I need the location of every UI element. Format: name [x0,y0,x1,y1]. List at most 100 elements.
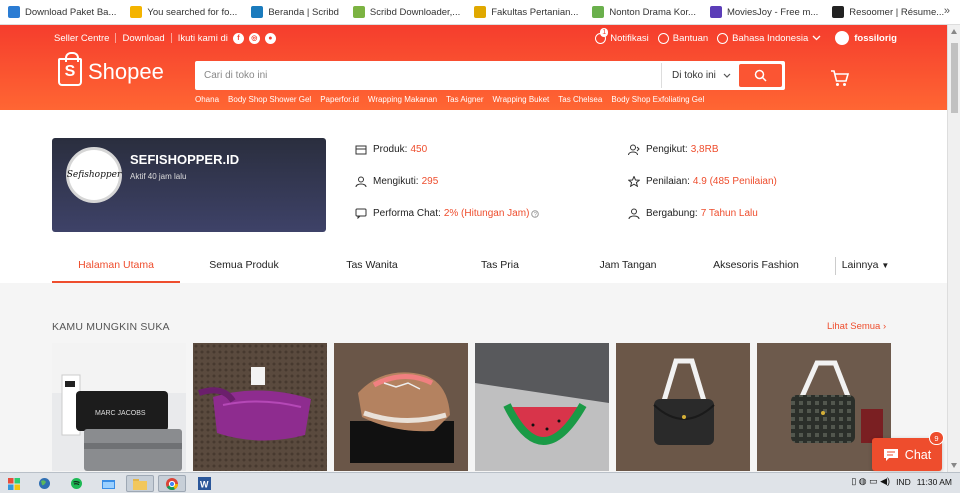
language-selector[interactable]: Bahasa Indonesia [717,32,821,44]
tab-more-label: Lainnya [841,259,879,271]
shopee-logo[interactable]: S Shopee [58,52,164,86]
shop-avatar: Sefishopper [66,147,122,203]
scroll-thumb[interactable] [951,43,958,113]
taskbar-app-spotify[interactable] [62,475,90,492]
star-icon [628,176,640,187]
globe-icon [38,478,50,489]
search-bar: Di toko ini [195,61,785,90]
bookmark-item[interactable]: Fakultas Pertanian... [474,6,578,18]
search-suggestion-link[interactable]: Wrapping Buket [493,95,550,104]
product-card[interactable] [616,343,750,471]
windows-taskbar: W ▯ ◍ ▭ ◀) IND 11:30 AM [0,472,960,493]
scroll-down-icon[interactable] [951,463,957,468]
bookmark-favicon-icon [709,6,722,18]
shop-active-status: Aktif 40 jam lalu [130,172,187,181]
taskbar-app-folder[interactable] [126,475,154,492]
user-account[interactable]: fossilorig [835,31,897,45]
chevron-down-icon [723,73,731,78]
download-link[interactable]: Download [122,33,164,44]
tab-mens-bags[interactable]: Tas Pria [436,255,564,283]
search-scope-label: Di toko ini [672,70,716,81]
bookmark-item[interactable]: You searched for fo... [130,6,237,18]
instagram-icon[interactable]: ◎ [248,32,260,44]
language-label: Bahasa Indonesia [732,32,809,44]
help-label: Bantuan [672,32,709,44]
tray-icons[interactable]: ▯ ◍ ▭ ◀) [851,476,890,487]
stat-following: Mengikuti: 295 [355,176,438,187]
stat-value: 3,8RB [690,144,719,155]
search-suggestion-link[interactable]: Wrapping Makanan [368,95,437,104]
see-all-link[interactable]: Lihat Semua › [827,321,886,332]
stat-value: 7 Tahun Lalu [700,208,758,219]
seller-centre-link[interactable]: Seller Centre [54,33,109,44]
search-suggestion-link[interactable]: Tas Aigner [446,95,483,104]
bookmark-favicon-icon [8,6,20,18]
shopee-header: Seller Centre Download Ikuti kami di f ◎… [0,25,947,110]
stat-label: Performa Chat: [373,208,441,219]
tab-home[interactable]: Halaman Utama [52,255,180,283]
bookmark-item[interactable]: Scribd Downloader,... [352,6,461,18]
product-card[interactable] [757,343,891,471]
search-suggestion-link[interactable]: Tas Chelsea [558,95,602,104]
bookmark-item[interactable]: MoviesJoy - Free m... [709,6,818,18]
info-icon[interactable]: ? [531,209,540,218]
search-suggestion-link[interactable]: Paperfor.id [320,95,359,104]
taskbar-app-explorer[interactable] [94,475,122,492]
bookmark-item[interactable]: Beranda | Scribd [251,6,339,18]
folder-icon [101,479,115,489]
bookmark-item[interactable]: Download Paket Ba... [8,6,116,18]
shop-logo-text: Sefishopper [66,170,122,180]
store-icon [355,145,367,155]
bookmarks-overflow-icon[interactable]: » [944,5,950,17]
start-button[interactable] [2,475,26,492]
facebook-icon[interactable]: f [232,32,244,44]
bookmark-item[interactable]: Nonton Drama Kor... [592,6,696,18]
stat-label: Mengikuti: [373,176,419,187]
stat-joined: Bergabung: 7 Tahun Lalu [628,208,758,219]
notifications-label: Notifikasi [610,32,649,44]
line-icon[interactable]: ● [264,32,276,44]
taskbar-app-word[interactable]: W [190,475,218,492]
tab-all-products[interactable]: Semua Produk [180,255,308,283]
cart-button[interactable] [830,69,850,92]
chat-label: Chat [904,447,932,462]
taskbar-app-chrome[interactable] [158,475,186,492]
product-card[interactable]: MARC JACOBS [52,343,186,471]
system-clock[interactable]: 11:30 AM [917,477,952,487]
bell-icon: 1 [595,27,609,44]
shop-info-section: Sefishopper SEFISHOPPER.ID Aktif 40 jam … [0,110,947,283]
person-icon [628,208,640,219]
person-icon [355,176,367,187]
product-card[interactable] [334,343,468,471]
stat-products: Produk: 450 [355,144,427,155]
search-input[interactable] [197,63,661,88]
bookmark-favicon-icon [474,6,487,18]
bookmark-label: Scribd Downloader,... [369,6,461,18]
bookmark-label: Nonton Drama Kor... [609,6,696,18]
chrome-icon [166,477,178,490]
shop-tabs: Halaman Utama Semua Produk Tas Wanita Ta… [52,255,895,283]
product-card[interactable] [475,343,609,471]
stat-value: 4.9 (485 Penilaian) [692,176,777,187]
follow-label: Ikuti kami di [177,32,228,44]
tab-watches[interactable]: Jam Tangan [564,255,692,283]
help-link[interactable]: Bantuan [657,32,709,44]
svg-text:W: W [200,480,209,490]
search-suggestion-link[interactable]: Ohana [195,95,219,104]
search-scope-dropdown[interactable]: Di toko ini [661,63,739,88]
tab-womens-bags[interactable]: Tas Wanita [308,255,436,283]
tab-fashion-accessories[interactable]: Aksesoris Fashion [692,255,820,283]
search-suggestion-link[interactable]: Body Shop Exfoliating Gel [611,95,704,104]
product-card[interactable] [193,343,327,471]
search-button[interactable] [739,64,782,87]
page-scrollbar[interactable] [947,25,960,472]
search-suggestion-link[interactable]: Body Shop Shower Gel [228,95,311,104]
bookmark-item[interactable]: Resoomer | Résume... [832,6,944,18]
notifications-link[interactable]: 1 Notifikasi [595,27,649,44]
scroll-up-icon[interactable] [951,29,957,34]
chevron-down-icon [812,35,821,41]
taskbar-app-earth[interactable] [30,475,58,492]
tab-more-dropdown[interactable]: Lainnya ▼ [835,257,895,275]
shop-card[interactable]: Sefishopper SEFISHOPPER.ID Aktif 40 jam … [52,138,326,232]
language-indicator[interactable]: IND [896,477,911,487]
